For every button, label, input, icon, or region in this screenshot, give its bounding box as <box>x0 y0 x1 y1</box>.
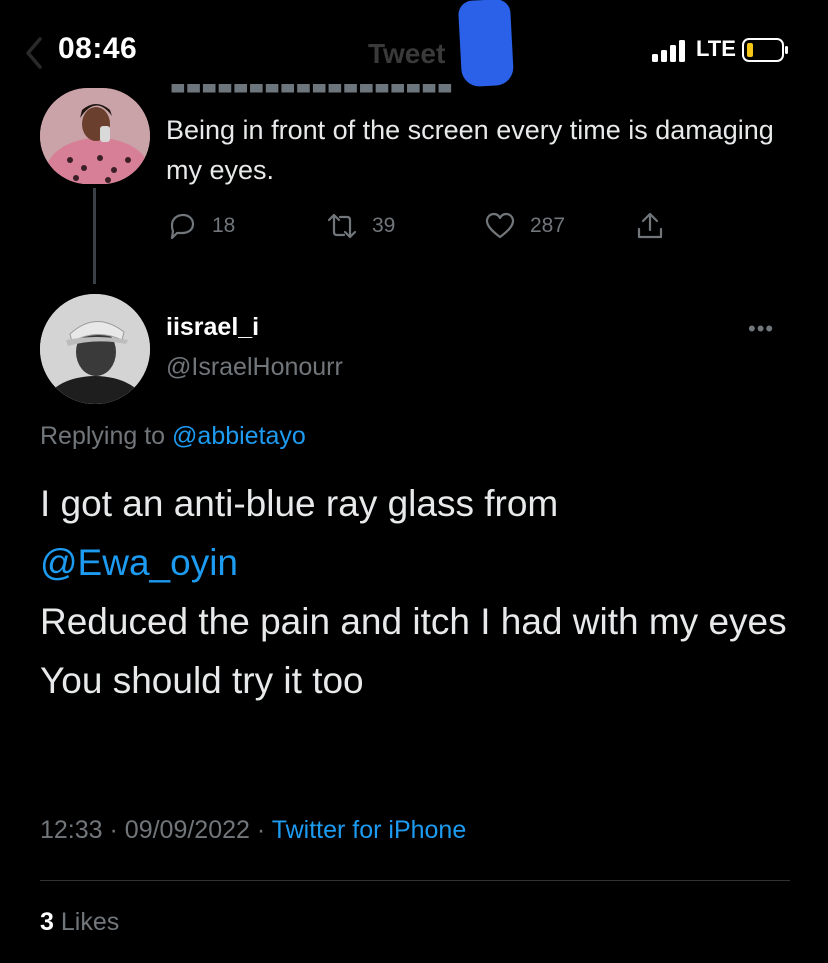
tweet-line-3: You should try it too <box>40 660 364 701</box>
replying-to-mention[interactable]: @abbietayo <box>172 422 306 450</box>
meta-separator: · <box>256 816 272 844</box>
more-icon[interactable]: ••• <box>748 316 774 342</box>
battery-icon <box>742 38 788 62</box>
truncated-header: ■■■■■■■■■■■■■■■■■■ <box>170 84 453 100</box>
retweet-button[interactable]: 39 <box>326 208 395 244</box>
replying-prefix: Replying to <box>40 422 166 450</box>
page-title: Tweet <box>368 38 446 69</box>
like-icon <box>485 212 515 239</box>
thread-line <box>93 188 96 284</box>
tweet-time: 12:33 <box>40 816 103 844</box>
meta-separator: · <box>109 816 125 844</box>
like-count: 287 <box>530 214 566 237</box>
tweet-line-1: I got an anti-blue ray glass from <box>40 483 559 524</box>
share-icon <box>637 212 663 239</box>
tweet-source-link[interactable]: Twitter for iPhone <box>272 816 467 844</box>
network-label: LTE <box>696 36 736 61</box>
parent-tweet-text: Being in front of the screen every time … <box>166 115 774 185</box>
likes-label: Likes <box>60 908 120 936</box>
signal-icon <box>652 40 685 62</box>
likes-count: 3 <box>40 908 54 936</box>
status-time: 08:46 <box>58 32 138 65</box>
author-display-name[interactable]: iisrael_i <box>166 313 259 342</box>
reply-icon <box>170 213 195 240</box>
tweet-line-2: Reduced the pain and itch I had with my … <box>40 601 787 642</box>
retweet-icon <box>327 213 357 239</box>
author-handle[interactable]: @IsraelHonourr <box>166 353 343 382</box>
like-button[interactable]: 287 <box>484 208 565 244</box>
parent-tweet-actions: 18 39 287 <box>166 208 686 244</box>
tweet-date: 09/09/2022 <box>124 816 250 844</box>
tweet-body: I got an anti-blue ray glass from @Ewa_o… <box>40 474 800 710</box>
tweet-mention-link[interactable]: @Ewa_oyin <box>40 533 800 592</box>
reply-count: 18 <box>212 214 236 237</box>
likes-summary[interactable]: 3 Likes <box>40 908 119 937</box>
divider <box>40 880 790 881</box>
share-button[interactable] <box>634 208 680 244</box>
tweet-meta: 12:33 · 09/09/2022 · Twitter for iPhone <box>40 816 466 845</box>
reply-button[interactable]: 18 <box>166 208 235 244</box>
back-chevron-icon[interactable] <box>24 36 44 70</box>
retweet-count: 39 <box>372 214 396 237</box>
parent-avatar[interactable] <box>40 88 150 184</box>
replying-to: Replying to @abbietayo <box>40 422 306 451</box>
blue-overlay-mark <box>457 0 515 88</box>
author-avatar[interactable] <box>40 294 150 404</box>
